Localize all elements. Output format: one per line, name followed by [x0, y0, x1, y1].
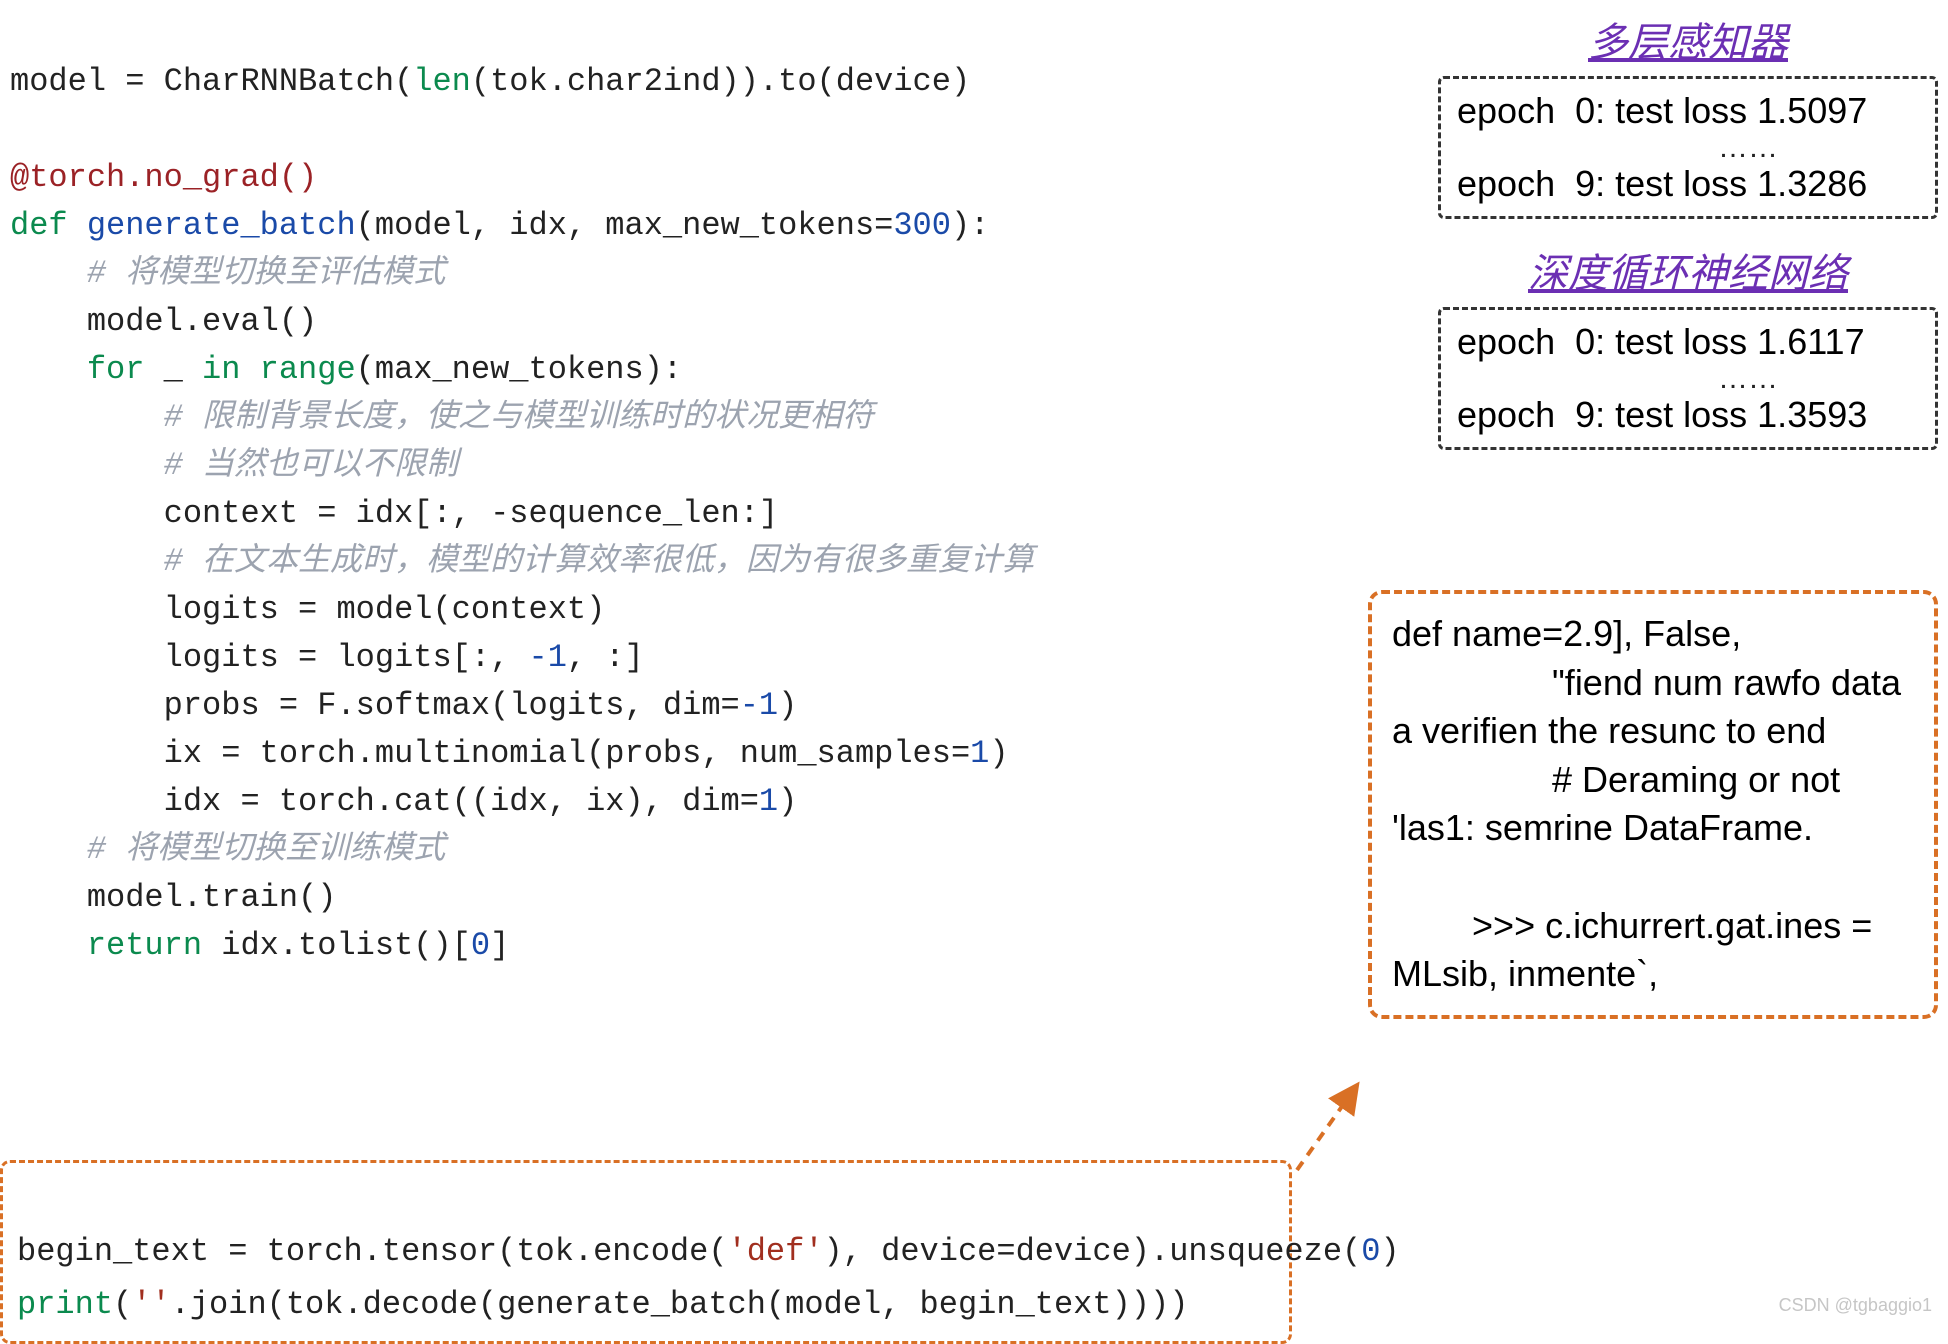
- mlp-loss-box: epoch 0: test loss 1.5097 …… epoch 9: tes…: [1438, 76, 1938, 219]
- ellipsis-text: ……: [1457, 367, 1919, 391]
- code-line: ix = torch.multinomial(probs, num_sample…: [10, 735, 970, 772]
- number-literal: -1: [528, 639, 566, 676]
- right-column: 多层感知器 epoch 0: test loss 1.5097 ……epoch …: [1438, 10, 1938, 472]
- comment: # 在文本生成时，模型的计算效率很低，因为有很多重复计算: [10, 543, 1034, 580]
- number-literal: -1: [740, 687, 778, 724]
- comment: # 将模型切换至评估模式: [10, 255, 445, 292]
- code-line: logits = model(context): [10, 591, 605, 628]
- code-text: (: [113, 1286, 132, 1323]
- ellipsis-text: ……: [1457, 136, 1919, 160]
- code-line: idx = torch.cat((idx, ix), dim=: [10, 783, 759, 820]
- code-line: context = idx[:, -sequence_len:]: [10, 495, 778, 532]
- mlp-line-2: epoch 9: test loss 1.3286: [1457, 163, 1867, 204]
- keyword-def: def: [10, 207, 68, 244]
- code-line: ):: [951, 207, 989, 244]
- code-line: begin_text = torch.tensor(tok.encode(: [17, 1233, 728, 1270]
- comment: # 当然也可以不限制: [10, 447, 458, 484]
- number-literal: 1: [759, 783, 778, 820]
- code-line: ): [1380, 1233, 1399, 1270]
- keyword-return: return: [10, 927, 202, 964]
- code-line: , :]: [567, 639, 644, 676]
- number-literal: 0: [471, 927, 490, 964]
- code-line: model.train(): [10, 879, 336, 916]
- code-block-main: model = CharRNNBatch(len(tok.char2ind)).…: [10, 10, 1034, 970]
- code-line: ]: [490, 927, 509, 964]
- keyword-in: in: [202, 351, 240, 388]
- code-line: ): [989, 735, 1008, 772]
- number-literal: 0: [1361, 1233, 1380, 1270]
- code-line: (model, idx, max_new_tokens=: [356, 207, 894, 244]
- mlp-line-1: epoch 0: test loss 1.5097: [1457, 90, 1867, 131]
- string-literal: '': [132, 1286, 170, 1323]
- number-literal: 1: [970, 735, 989, 772]
- code-line: ), device=device).unsqueeze(: [824, 1233, 1362, 1270]
- rnn-line-1: epoch 0: test loss 1.6117: [1457, 321, 1865, 362]
- builtin-range: range: [260, 351, 356, 388]
- code-line: (tok.char2ind)).to(device): [471, 63, 970, 100]
- comment: # 将模型切换至训练模式: [10, 831, 445, 868]
- code-text: _: [144, 351, 202, 388]
- code-line: .join(tok.decode(generate_batch(model, b…: [171, 1286, 1189, 1323]
- code-line: logits = logits[:,: [10, 639, 528, 676]
- watermark: CSDN @tgbaggio1: [1779, 1295, 1932, 1316]
- comment: # 限制背景长度，使之与模型训练时的状况更相符: [10, 399, 874, 436]
- code-block-call: begin_text = torch.tensor(tok.encode('de…: [0, 1160, 1292, 1344]
- code-text: [240, 351, 259, 388]
- number-literal: 300: [893, 207, 951, 244]
- keyword-for: for: [10, 351, 144, 388]
- connector-arrow-icon: [1293, 1080, 1363, 1175]
- code-line: model = CharRNNBatch(: [10, 63, 413, 100]
- code-line: (max_new_tokens):: [356, 351, 682, 388]
- code-line: probs = F.softmax(logits, dim=: [10, 687, 740, 724]
- string-literal: 'def': [728, 1233, 824, 1270]
- builtin-len: len: [413, 63, 471, 100]
- decorator: @torch.no_grad(): [10, 159, 317, 196]
- builtin-print: print: [17, 1286, 113, 1323]
- code-line: ): [778, 687, 797, 724]
- code-line: model.eval(): [10, 303, 317, 340]
- code-line: idx.tolist()[: [202, 927, 471, 964]
- rnn-title: 深度循环神经网络: [1438, 241, 1938, 299]
- rnn-line-2: epoch 9: test loss 1.3593: [1457, 394, 1867, 435]
- code-line: ): [778, 783, 797, 820]
- mlp-title: 多层感知器: [1438, 10, 1938, 68]
- rnn-loss-box: epoch 0: test loss 1.6117 …… epoch 9: tes…: [1438, 307, 1938, 450]
- generated-output-box: def name=2.9], False, "fiend num rawfo d…: [1368, 590, 1938, 1019]
- function-name: generate_batch: [68, 207, 356, 244]
